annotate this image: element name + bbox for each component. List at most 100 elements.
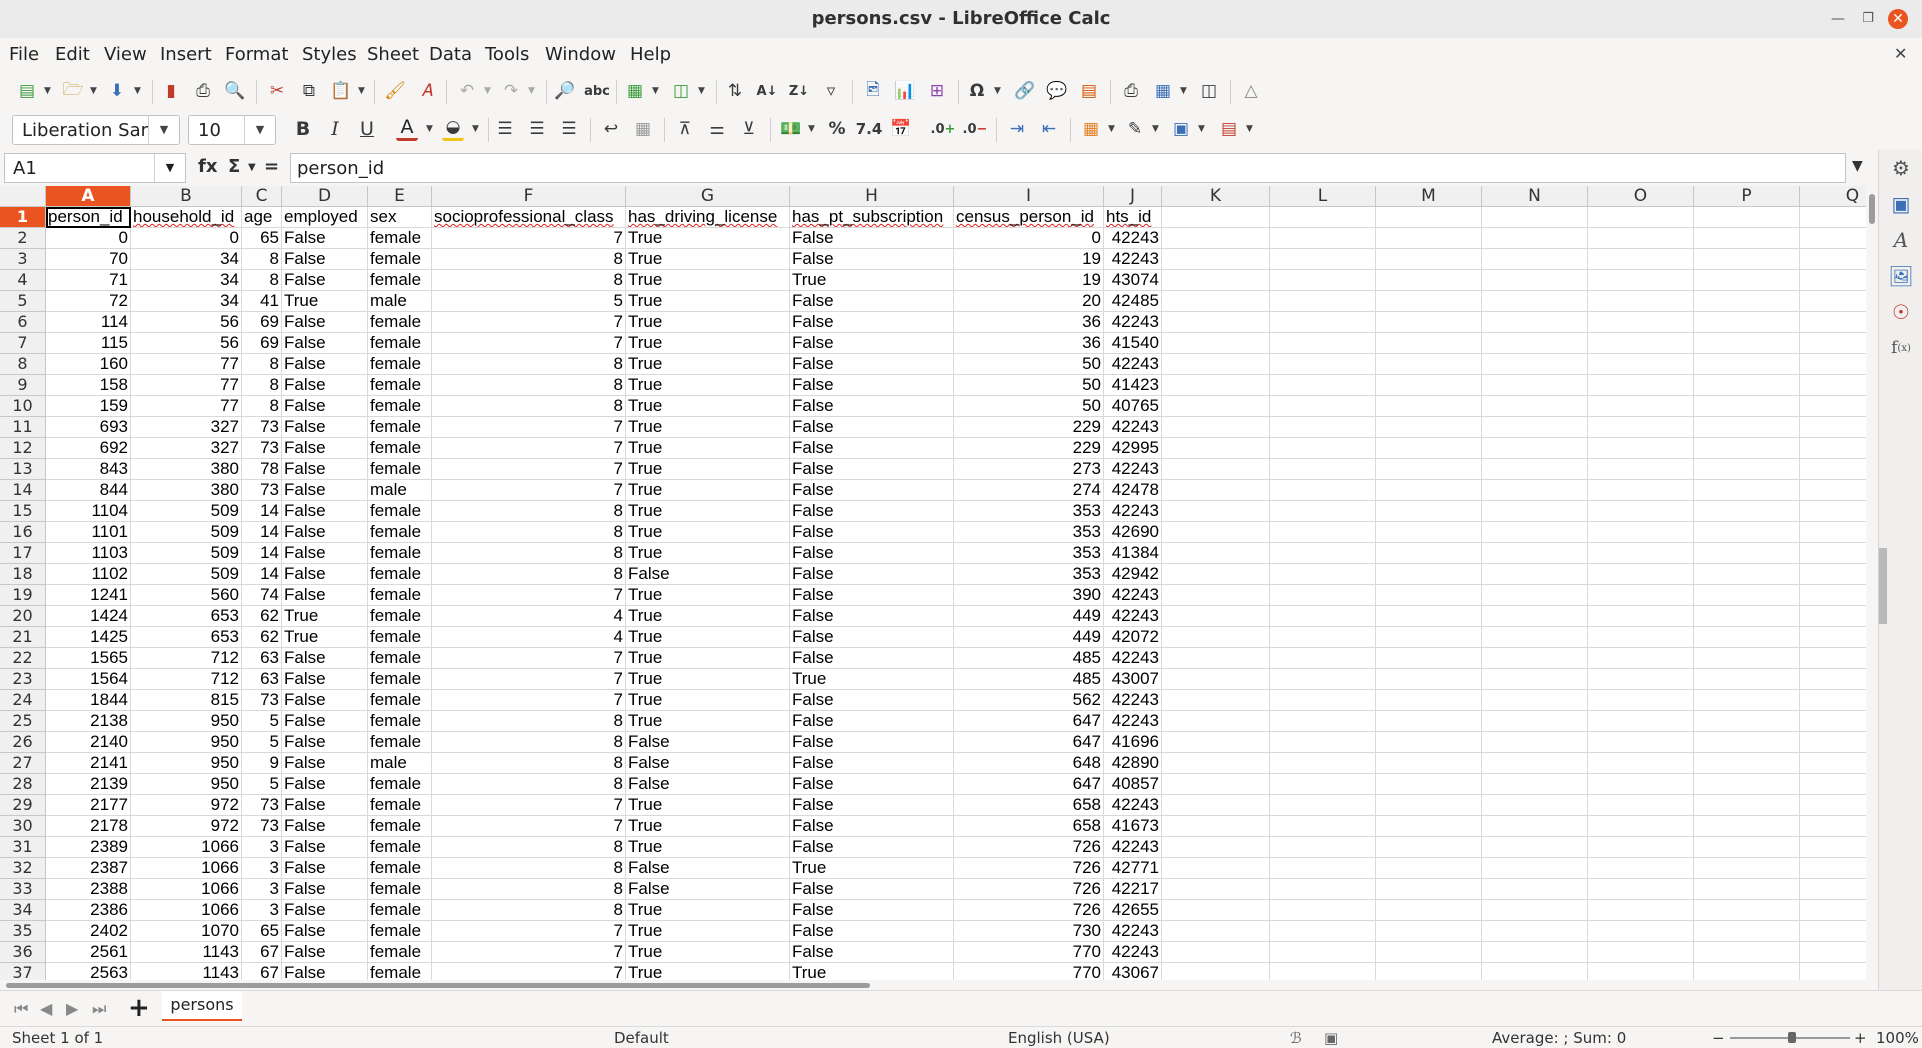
column-header-g[interactable]: G: [626, 186, 790, 207]
table-cell[interactable]: 353: [954, 564, 1104, 585]
table-cell[interactable]: [1588, 879, 1694, 900]
row-header[interactable]: 29: [0, 795, 46, 816]
table-cell[interactable]: [1270, 858, 1376, 879]
table-cell[interactable]: False: [282, 417, 368, 438]
zoom-level[interactable]: 100%: [1876, 1029, 1919, 1047]
table-cell[interactable]: True: [626, 312, 790, 333]
table-cell[interactable]: [1800, 312, 1866, 333]
table-cell[interactable]: [1800, 774, 1866, 795]
sum-dropdown-icon[interactable]: ▼: [248, 162, 256, 173]
column-icon[interactable]: ◫: [668, 78, 694, 104]
table-cell[interactable]: 160: [46, 354, 131, 375]
zoom-out-icon[interactable]: −: [1712, 1029, 1725, 1047]
table-cell[interactable]: False: [790, 333, 954, 354]
table-cell[interactable]: True: [626, 333, 790, 354]
table-cell[interactable]: [1270, 585, 1376, 606]
table-cell[interactable]: [1482, 417, 1588, 438]
table-cell[interactable]: 2178: [46, 816, 131, 837]
column-header-p[interactable]: P: [1694, 186, 1800, 207]
row-header[interactable]: 3: [0, 249, 46, 270]
row-header[interactable]: 11: [0, 417, 46, 438]
date-format-icon[interactable]: 📅: [888, 116, 914, 142]
table-cell[interactable]: [1482, 816, 1588, 837]
table-cell[interactable]: [1588, 648, 1694, 669]
header-cell[interactable]: person_id: [46, 207, 131, 228]
table-cell[interactable]: [1162, 354, 1270, 375]
formula-icon[interactable]: =: [264, 156, 279, 177]
table-cell[interactable]: 2139: [46, 774, 131, 795]
add-decimal-icon[interactable]: .0+: [930, 116, 956, 142]
new-dropdown-icon[interactable]: ▼: [44, 86, 52, 96]
highlight-dropdown-icon[interactable]: ▼: [472, 124, 480, 134]
table-cell[interactable]: [1482, 795, 1588, 816]
table-cell[interactable]: [1162, 480, 1270, 501]
table-cell[interactable]: [1162, 564, 1270, 585]
table-cell[interactable]: True: [626, 417, 790, 438]
column-header-i[interactable]: I: [954, 186, 1104, 207]
table-cell[interactable]: True: [626, 354, 790, 375]
row-header[interactable]: 7: [0, 333, 46, 354]
table-cell[interactable]: False: [282, 375, 368, 396]
table-cell[interactable]: [1376, 669, 1482, 690]
border-style-dropdown-icon[interactable]: ▼: [1152, 124, 1160, 134]
currency-dropdown-icon[interactable]: ▼: [808, 124, 816, 134]
table-cell[interactable]: [1588, 585, 1694, 606]
table-cell[interactable]: 73: [242, 795, 282, 816]
table-cell[interactable]: False: [626, 774, 790, 795]
table-cell[interactable]: 509: [131, 564, 242, 585]
header-cell[interactable]: [1588, 207, 1694, 228]
table-cell[interactable]: False: [790, 375, 954, 396]
table-cell[interactable]: [1270, 438, 1376, 459]
table-cell[interactable]: [1270, 249, 1376, 270]
table-cell[interactable]: [1694, 564, 1800, 585]
table-cell[interactable]: True: [626, 837, 790, 858]
table-cell[interactable]: 1143: [131, 942, 242, 963]
table-cell[interactable]: [1588, 753, 1694, 774]
table-cell[interactable]: 63: [242, 648, 282, 669]
table-cell[interactable]: [1588, 459, 1694, 480]
sidebar-settings-icon[interactable]: ⚙: [1887, 154, 1915, 182]
table-cell[interactable]: [1588, 795, 1694, 816]
table-cell[interactable]: [1376, 921, 1482, 942]
table-cell[interactable]: True: [626, 270, 790, 291]
table-cell[interactable]: 1102: [46, 564, 131, 585]
table-cell[interactable]: [1270, 228, 1376, 249]
table-cell[interactable]: [1588, 774, 1694, 795]
table-cell[interactable]: [1694, 459, 1800, 480]
row-header[interactable]: 1: [0, 207, 46, 228]
table-cell[interactable]: [1270, 417, 1376, 438]
table-cell[interactable]: [1162, 732, 1270, 753]
open-dropdown-icon[interactable]: ▼: [90, 86, 98, 96]
table-cell[interactable]: [1482, 480, 1588, 501]
table-cell[interactable]: [1376, 732, 1482, 753]
table-cell[interactable]: 1066: [131, 900, 242, 921]
table-cell[interactable]: 73: [242, 480, 282, 501]
table-cell[interactable]: female: [368, 816, 432, 837]
sheet-tab-persons[interactable]: persons: [162, 991, 242, 1021]
table-cell[interactable]: [1376, 564, 1482, 585]
freeze-dropdown-icon[interactable]: ▼: [1180, 86, 1188, 96]
insert-chart-icon[interactable]: 📊: [892, 78, 918, 104]
table-cell[interactable]: 42485: [1104, 291, 1162, 312]
table-cell[interactable]: 41384: [1104, 543, 1162, 564]
table-cell[interactable]: False: [282, 396, 368, 417]
table-cell[interactable]: [1162, 606, 1270, 627]
column-header-o[interactable]: O: [1588, 186, 1694, 207]
table-cell[interactable]: [1694, 669, 1800, 690]
table-cell[interactable]: 770: [954, 942, 1104, 963]
table-cell[interactable]: 2563: [46, 963, 131, 980]
table-cell[interactable]: False: [790, 837, 954, 858]
table-cell[interactable]: [1376, 249, 1482, 270]
table-cell[interactable]: False: [282, 774, 368, 795]
table-cell[interactable]: 647: [954, 711, 1104, 732]
table-cell[interactable]: 1101: [46, 522, 131, 543]
column-header-d[interactable]: D: [282, 186, 368, 207]
table-cell[interactable]: [1694, 648, 1800, 669]
table-cell[interactable]: False: [626, 564, 790, 585]
table-cell[interactable]: True: [282, 291, 368, 312]
table-cell[interactable]: female: [368, 333, 432, 354]
table-cell[interactable]: 2177: [46, 795, 131, 816]
table-cell[interactable]: 41540: [1104, 333, 1162, 354]
table-cell[interactable]: 8: [242, 270, 282, 291]
table-cell[interactable]: [1694, 879, 1800, 900]
